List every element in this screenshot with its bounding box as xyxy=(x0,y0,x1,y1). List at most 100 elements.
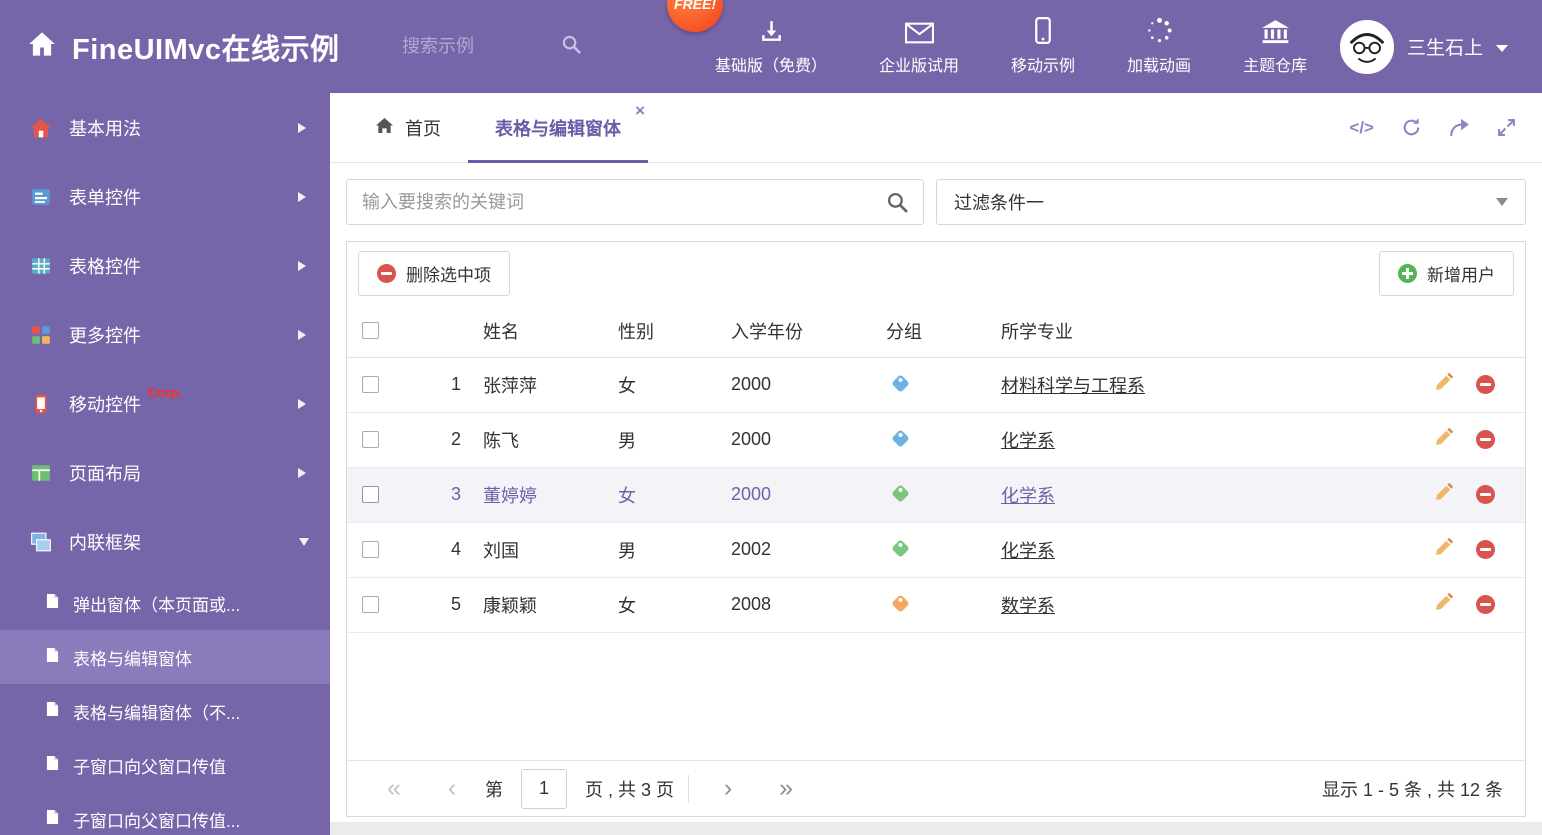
row-checkbox[interactable] xyxy=(362,376,379,393)
cell-name: 陈飞 xyxy=(483,412,618,468)
share-icon[interactable] xyxy=(1449,118,1470,137)
pagination-bar: « ‹ 第 页 , 共 3 页 › » 显示 1 - 5 条 , 共 12 条 xyxy=(347,760,1525,816)
nav-item-enterprise-trial[interactable]: 企业版试用 xyxy=(853,17,985,76)
edit-icon[interactable] xyxy=(1434,427,1454,452)
user-menu[interactable]: 三生石上 xyxy=(1339,19,1542,74)
grid-panel: 删除选中项 新增用户 姓名 性别 入学年份 分组 所学专业 1 张萍萍 女 20… xyxy=(346,241,1526,817)
page-number-input[interactable] xyxy=(521,768,567,809)
header-search-input[interactable] xyxy=(402,36,552,57)
nav-item-label: 加载动画 xyxy=(1127,58,1192,75)
source-code-icon[interactable]: </> xyxy=(1349,118,1374,138)
row-checkbox[interactable] xyxy=(362,541,379,558)
sidebar-item-inline-frame[interactable]: 内联框架 xyxy=(0,507,330,576)
horizontal-scroll-track[interactable] xyxy=(330,822,1542,835)
header-nav: FREE! 基础版（免费） 企业版试用 移动示例 加载动画 主题仓库 xyxy=(667,0,1333,76)
sidebar-subitem-grid-edit-window[interactable]: 表格与编辑窗体 xyxy=(0,630,330,684)
nav-item-mobile-demo[interactable]: 移动示例 xyxy=(985,17,1101,76)
tag-icon xyxy=(891,539,910,558)
sidebar-item-more-controls[interactable]: 更多控件 xyxy=(0,300,330,369)
col-name: 姓名 xyxy=(483,305,618,358)
sidebar-subitem-grid-edit-window-2[interactable]: 表格与编辑窗体（不... xyxy=(0,684,330,738)
chevron-right-icon xyxy=(298,260,306,271)
delete-icon[interactable] xyxy=(1476,375,1495,394)
sidebar-item-mobile-controls[interactable]: 移动控件 Corp. xyxy=(0,369,330,438)
tab-content: 过滤条件一 删除选中项 新增用户 xyxy=(330,163,1542,833)
refresh-icon[interactable] xyxy=(1401,117,1422,138)
sidebar-item-grid-controls[interactable]: 表格控件 xyxy=(0,231,330,300)
filter-row: 过滤条件一 xyxy=(346,179,1526,225)
search-icon[interactable] xyxy=(887,192,908,213)
table-row[interactable]: 4 刘国 男 2002 化学系 xyxy=(347,522,1525,578)
nav-item-basic-free[interactable]: FREE! 基础版（免费） xyxy=(667,0,853,76)
keyword-search-input[interactable] xyxy=(362,191,887,213)
row-index: 1 xyxy=(407,357,483,413)
table-row[interactable]: 5 康颖颖 女 2008 数学系 xyxy=(347,577,1525,633)
next-page-button[interactable]: › xyxy=(699,776,757,801)
sidebar-item-label: 移动控件 xyxy=(69,394,141,415)
table-row[interactable]: 2 陈飞 男 2000 化学系 xyxy=(347,412,1525,468)
row-checkbox[interactable] xyxy=(362,486,379,503)
row-checkbox[interactable] xyxy=(362,596,379,613)
sidebar-item-basic-usage[interactable]: 基本用法 xyxy=(0,93,330,162)
spinner-icon xyxy=(1146,17,1173,44)
chevron-down-icon xyxy=(1496,198,1508,206)
delete-icon[interactable] xyxy=(1476,430,1495,449)
mobile-icon xyxy=(1035,17,1051,44)
tab-home[interactable]: 首页 xyxy=(348,93,468,162)
major-link[interactable]: 数学系 xyxy=(1001,596,1055,616)
main-area: 首页 表格与编辑窗体 × </> 输入要搜索的关键词 过滤条件一 删除选中项 新… xyxy=(330,93,1542,835)
edit-icon[interactable] xyxy=(1434,592,1454,617)
frame-icon xyxy=(30,531,52,553)
tab-grid-edit-window[interactable]: 表格与编辑窗体 × xyxy=(468,93,648,163)
sidebar-item-label: 更多控件 xyxy=(69,325,141,346)
sidebar-subitem-child-to-parent[interactable]: 子窗口向父窗口传值 xyxy=(0,738,330,792)
nav-item-loading-animation[interactable]: 加载动画 xyxy=(1101,17,1217,76)
delete-icon[interactable] xyxy=(1476,595,1495,614)
close-icon[interactable]: × xyxy=(635,102,645,119)
major-link[interactable]: 化学系 xyxy=(1001,541,1055,561)
edit-icon[interactable] xyxy=(1434,372,1454,397)
cell-year: 2000 xyxy=(731,467,886,523)
sidebar-subitem-label: 子窗口向父窗口传值... xyxy=(73,811,241,831)
file-icon xyxy=(46,701,59,722)
add-user-button[interactable]: 新增用户 xyxy=(1379,251,1514,296)
major-link[interactable]: 材料科学与工程系 xyxy=(1001,376,1145,396)
sidebar-item-label: 基本用法 xyxy=(69,118,141,139)
sidebar-item-page-layout[interactable]: 页面布局 xyxy=(0,438,330,507)
sidebar-subitem-label: 弹出窗体（本页面或... xyxy=(73,595,241,615)
tab-label: 表格与编辑窗体 xyxy=(495,118,621,139)
nav-item-label: 移动示例 xyxy=(1011,58,1076,75)
major-link[interactable]: 化学系 xyxy=(1001,431,1055,451)
keyword-search-box xyxy=(346,179,924,225)
delete-icon[interactable] xyxy=(1476,540,1495,559)
major-link[interactable]: 化学系 xyxy=(1001,486,1055,506)
edit-icon[interactable] xyxy=(1434,537,1454,562)
chevron-right-icon xyxy=(298,398,306,409)
sidebar-subitem-child-to-parent-2[interactable]: 子窗口向父窗口传值... xyxy=(0,792,330,835)
brand[interactable]: FineUIMvc在线示例 xyxy=(0,26,402,68)
expand-icon[interactable] xyxy=(1497,118,1516,137)
chevron-right-icon xyxy=(298,467,306,478)
pager-divider xyxy=(688,774,690,803)
row-index: 2 xyxy=(407,412,483,468)
filter-dropdown[interactable]: 过滤条件一 xyxy=(936,179,1526,225)
row-checkbox[interactable] xyxy=(362,431,379,448)
table-row-selected[interactable]: 3 董婷婷 女 2000 化学系 xyxy=(347,467,1525,523)
sidebar-item-form-controls[interactable]: 表单控件 xyxy=(0,162,330,231)
nav-item-theme-store[interactable]: 主题仓库 xyxy=(1217,17,1333,76)
delete-icon[interactable] xyxy=(1476,485,1495,504)
sidebar-subitem-popup-window[interactable]: 弹出窗体（本页面或... xyxy=(0,576,330,630)
envelope-icon xyxy=(904,17,934,44)
last-page-button[interactable]: » xyxy=(757,776,815,801)
prev-page-button[interactable]: ‹ xyxy=(423,776,481,801)
tag-icon xyxy=(891,374,910,393)
layout-icon xyxy=(30,462,52,484)
col-index xyxy=(407,305,483,358)
select-all-checkbox[interactable] xyxy=(362,322,379,340)
table-row[interactable]: 1 张萍萍 女 2000 材料科学与工程系 xyxy=(347,357,1525,413)
search-icon[interactable] xyxy=(562,35,581,59)
col-actions xyxy=(1395,305,1525,358)
first-page-button[interactable]: « xyxy=(365,776,423,801)
edit-icon[interactable] xyxy=(1434,482,1454,507)
delete-selected-button[interactable]: 删除选中项 xyxy=(358,251,510,296)
